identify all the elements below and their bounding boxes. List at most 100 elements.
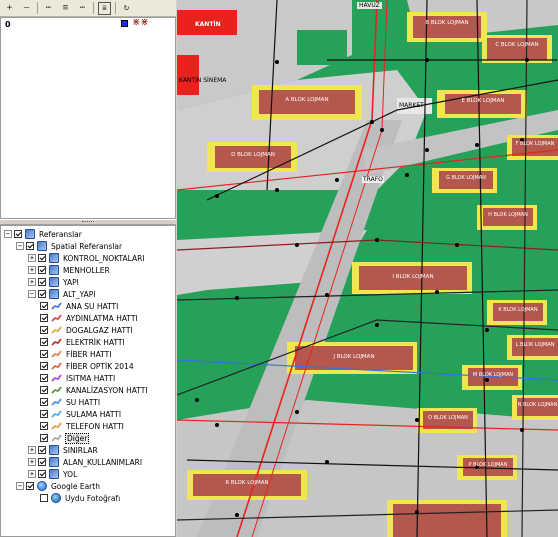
tree-node-referanslar[interactable]: − Referanslar bbox=[4, 228, 83, 240]
layer-checkbox[interactable] bbox=[40, 494, 48, 502]
layer-checkbox[interactable] bbox=[38, 278, 46, 286]
tree-node-utility-layer[interactable]: SU HATTI bbox=[40, 396, 101, 408]
tree-node-label: Referanslar bbox=[39, 229, 82, 239]
restricted-zone bbox=[177, 55, 199, 95]
splitter-grip[interactable] bbox=[82, 221, 94, 223]
layer-checkbox[interactable] bbox=[14, 230, 22, 238]
tree-node-utility-layer[interactable]: FİBER HATTI bbox=[40, 348, 112, 360]
building-label: E BLOK LOJMAN bbox=[461, 98, 505, 104]
tree-node-utility-layer[interactable]: SULAMA HATTI bbox=[40, 408, 122, 420]
layer-checkbox[interactable] bbox=[38, 458, 46, 466]
layer-checkbox[interactable] bbox=[40, 398, 48, 406]
tree-node-utility-layer[interactable]: ISITMA HATTI bbox=[40, 372, 116, 384]
map-canvas[interactable]: KANTİN HAVUZ KANTİN SİNEMA MARKET TRAFO … bbox=[177, 0, 558, 537]
building-label: L BLOK LOJMAN bbox=[515, 342, 555, 348]
building-label: P BLOK LOJMAN bbox=[468, 462, 508, 468]
tree-node-menholler[interactable]: + MENHOLLER bbox=[28, 264, 111, 276]
layer-checkbox[interactable] bbox=[40, 302, 48, 310]
tree-node-utility-layer[interactable]: FİBER OPTİK 2014 bbox=[40, 360, 135, 372]
expand-toggle[interactable]: + bbox=[28, 470, 36, 478]
layer-checkbox[interactable] bbox=[40, 350, 48, 358]
map-label-havuz: HAVUZ bbox=[357, 2, 382, 9]
line-layer-icon bbox=[51, 349, 62, 359]
tree-node-utility-layer[interactable]: ELEKTRİK HATTI bbox=[40, 336, 126, 348]
refresh-icon[interactable]: ↻ bbox=[120, 2, 133, 15]
collapse-toggle[interactable]: − bbox=[28, 290, 36, 298]
layers-icon bbox=[37, 241, 47, 251]
tree-node-sinirlar[interactable]: + SINIRLAR bbox=[28, 444, 99, 456]
tree-node-label: ELEKTRİK HATTI bbox=[66, 337, 125, 347]
tree-node-google-earth[interactable]: − Google Earth bbox=[16, 480, 101, 492]
layer-checkbox[interactable] bbox=[40, 410, 48, 418]
expand-toggle[interactable]: + bbox=[28, 446, 36, 454]
tree-node-label: TELEFON HATTI bbox=[66, 421, 124, 431]
building-label: J BLOK LOJMAN bbox=[333, 354, 375, 360]
layer-checkbox[interactable] bbox=[38, 446, 46, 454]
tree-node-label: YOL bbox=[63, 469, 78, 479]
layer-panel: + — ⋯ ≡ ⋯ ≣ ↻ 0 ⋇⋇ − Referanslar − Spati… bbox=[0, 0, 176, 537]
layer-icon bbox=[49, 289, 59, 299]
line-layer-icon bbox=[51, 313, 62, 323]
layer-checkbox[interactable] bbox=[40, 434, 48, 442]
expand-toggle[interactable]: + bbox=[28, 458, 36, 466]
expand-toggle[interactable]: + bbox=[28, 266, 36, 274]
tree-node-label: YAPI bbox=[63, 277, 79, 287]
tree-node-utility-layer[interactable]: KANALİZASYON HATTI bbox=[40, 384, 149, 396]
map-label-kantin-sinema: KANTİN SİNEMA bbox=[179, 77, 227, 84]
layer-checkbox[interactable] bbox=[40, 338, 48, 346]
layer-checkbox[interactable] bbox=[38, 290, 46, 298]
layer-checkbox[interactable] bbox=[40, 362, 48, 370]
line-layer-icon bbox=[51, 433, 62, 443]
tree-node-utility-layer[interactable]: DOGALGAZ HATTI bbox=[40, 324, 134, 336]
list-icon[interactable]: ⋯ bbox=[76, 2, 89, 15]
symbol-icon[interactable]: ⋇⋇ bbox=[132, 17, 149, 28]
layer-checkbox[interactable] bbox=[38, 266, 46, 274]
layer-checkbox[interactable] bbox=[40, 326, 48, 334]
map-drawing[interactable] bbox=[177, 0, 558, 537]
add-icon[interactable]: + bbox=[3, 2, 16, 15]
layer-checkbox[interactable] bbox=[40, 422, 48, 430]
collapse-icon[interactable]: ≡ bbox=[59, 2, 72, 15]
tree-node-uydu[interactable]: Uydu Fotoğrafı bbox=[40, 492, 121, 504]
layer-checkbox[interactable] bbox=[38, 254, 46, 262]
remove-icon[interactable]: — bbox=[20, 2, 33, 15]
tree-node-label: DOGALGAZ HATTI bbox=[66, 325, 133, 335]
layer-checkbox[interactable] bbox=[40, 386, 48, 394]
expand-toggle[interactable]: + bbox=[28, 254, 36, 262]
tree-node-utility-layer[interactable]: Diğer bbox=[40, 432, 90, 444]
tree-node-alt-yapi[interactable]: − ALT_YAPI bbox=[28, 288, 96, 300]
toolbar-separator bbox=[115, 2, 116, 14]
tree-node-yol[interactable]: + YOL bbox=[28, 468, 78, 480]
color-swatch[interactable] bbox=[121, 20, 128, 27]
tree-node-kontrol[interactable]: + KONTROL_NOKTALARI bbox=[28, 252, 146, 264]
tree-node-label: SU HATTI bbox=[66, 397, 101, 407]
layer-checkbox[interactable] bbox=[26, 242, 34, 250]
tree-node-utility-layer[interactable]: TELEFON HATTI bbox=[40, 420, 125, 432]
expand-icon[interactable]: ⋯ bbox=[42, 2, 55, 15]
map-label-market: MARKET bbox=[399, 102, 424, 109]
tree-node-label: AYDINLATMA HATTI bbox=[66, 313, 138, 323]
collapse-toggle[interactable]: − bbox=[16, 242, 24, 250]
tree-node-label: FİBER HATTI bbox=[66, 349, 112, 359]
collapse-toggle[interactable]: − bbox=[4, 230, 12, 238]
tree-node-utility-layer[interactable]: ANA SU HATTI bbox=[40, 300, 119, 312]
tree-node-label: Diğer bbox=[65, 432, 90, 444]
tree-node-label: ALAN_KULLANIMLARI bbox=[63, 457, 143, 467]
line-layer-icon bbox=[51, 337, 62, 347]
properties-icon[interactable]: ≣ bbox=[98, 1, 111, 15]
tree-node-spatial[interactable]: − Spatial Referanslar bbox=[16, 240, 123, 252]
building-label: A BLOK LOJMAN bbox=[285, 97, 329, 103]
layer-icon bbox=[49, 253, 59, 263]
layer-checkbox[interactable] bbox=[40, 314, 48, 322]
legend-pane: 0 ⋇⋇ bbox=[0, 17, 176, 219]
collapse-toggle[interactable]: − bbox=[16, 482, 24, 490]
layer-checkbox[interactable] bbox=[40, 374, 48, 382]
layer-checkbox[interactable] bbox=[38, 470, 46, 478]
tree-node-yapi[interactable]: + YAPI bbox=[28, 276, 80, 288]
tree-node-label: Uydu Fotoğrafı bbox=[65, 493, 121, 503]
expand-toggle[interactable]: + bbox=[28, 278, 36, 286]
tree-node-label: FİBER OPTİK 2014 bbox=[66, 361, 134, 371]
tree-node-utility-layer[interactable]: AYDINLATMA HATTI bbox=[40, 312, 139, 324]
tree-node-alan[interactable]: + ALAN_KULLANIMLARI bbox=[28, 456, 143, 468]
layer-checkbox[interactable] bbox=[26, 482, 34, 490]
